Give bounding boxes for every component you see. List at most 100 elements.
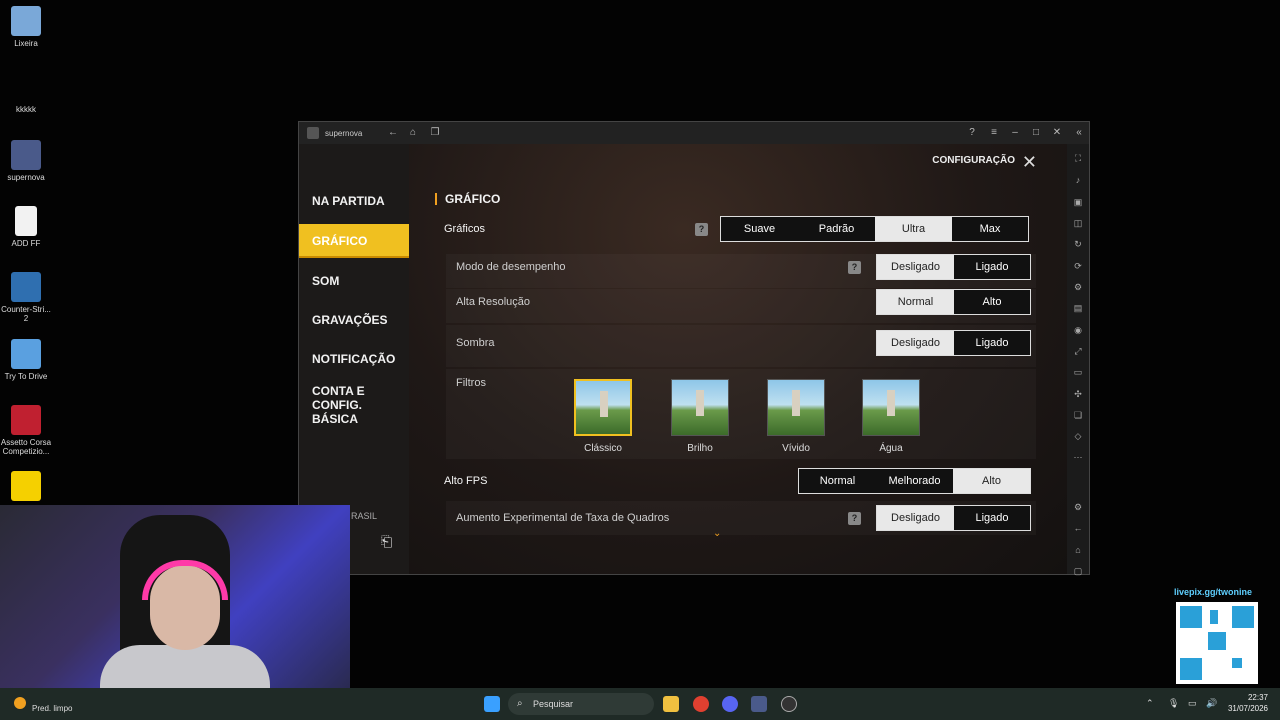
qr-finder [1180, 606, 1202, 628]
help-icon[interactable]: ? [848, 261, 861, 274]
recycle-bin-icon [11, 6, 41, 36]
recent-apps-icon[interactable]: ▢ [1072, 565, 1084, 577]
obs-icon[interactable] [781, 696, 797, 712]
alto-fps-option-melhorado[interactable]: Melhorado [876, 469, 953, 493]
sombra-option-ligado[interactable]: Ligado [954, 331, 1030, 355]
nav-notificacao[interactable]: NOTIFICAÇÃO [299, 352, 409, 366]
copy-icon[interactable]: ❏ [1072, 409, 1084, 421]
desktop-icon-yellow-app[interactable] [0, 471, 52, 504]
maximize-icon[interactable]: □ [1029, 126, 1043, 140]
desktop-icon-recycle-bin[interactable]: Lixeira [0, 6, 52, 48]
close-icon[interactable]: ✕ [1022, 152, 1037, 173]
minimize-icon[interactable]: – [1008, 126, 1022, 140]
record-icon[interactable]: ◉ [1072, 324, 1084, 336]
collapse-icon[interactable]: « [1072, 126, 1086, 140]
screenshot-icon[interactable]: ◫ [1072, 217, 1084, 229]
filter-vivido[interactable]: Vívido [766, 379, 826, 454]
desktop-screen: Lixeira kkkkk supernova ADD FF Counter-S… [0, 0, 1280, 720]
filter-agua[interactable]: Água [861, 379, 921, 454]
alta-res-option-normal[interactable]: Normal [877, 290, 954, 314]
speaker-icon[interactable]: 🔊 [1206, 698, 1217, 709]
chevron-up-icon[interactable]: ⌃ [1146, 698, 1154, 709]
nav-conta-config[interactable]: CONTA E CONFIG. BÁSICA [299, 384, 399, 426]
chrome-icon[interactable] [693, 696, 709, 712]
sync-icon[interactable]: ⟳ [1072, 260, 1084, 272]
desktop-icon-counter-strike[interactable]: Counter-Stri... 2 [0, 272, 52, 323]
nav-label: CONTA E CONFIG. BÁSICA [312, 384, 365, 426]
close-icon[interactable]: ✕ [1050, 126, 1064, 140]
rotate-icon[interactable]: ↻ [1072, 238, 1084, 250]
help-icon[interactable]: ? [848, 512, 861, 525]
resize-icon[interactable]: ⤢ [1072, 345, 1084, 357]
erase-icon[interactable]: ◇ [1072, 430, 1084, 442]
nav-label: NOTIFICAÇÃO [312, 352, 396, 366]
start-icon[interactable] [484, 696, 500, 712]
keyboard-icon[interactable]: ▣ [1072, 196, 1084, 208]
microphone-icon[interactable]: 🎙 [1168, 698, 1179, 709]
more-icon[interactable]: ⋯ [1072, 451, 1084, 463]
qr-finder [1232, 606, 1254, 628]
desktop-icon-kkkkk[interactable]: kkkkk [0, 105, 52, 114]
help-icon[interactable]: ? [695, 223, 708, 236]
modo-option-ligado[interactable]: Ligado [954, 255, 1030, 279]
alto-fps-option-alto[interactable]: Alto [953, 469, 1030, 493]
game-viewport: NA PARTIDA GRÁFICO SOM GRAVAÇÕES NOTIFIC… [299, 144, 1067, 574]
multitask-icon[interactable]: ❐ [428, 126, 442, 140]
home-icon[interactable]: ⌂ [406, 126, 420, 140]
modo-desempenho-label: Modo de desempenho [456, 261, 566, 273]
desktop-icon-label: Try To Drive [4, 372, 48, 381]
desktop-icon-supernova[interactable]: supernova [0, 140, 52, 182]
gamepad-icon[interactable]: ⚙ [1072, 281, 1084, 293]
alto-fps-selector: Normal Melhorado Alto [798, 468, 1031, 494]
desktop-icon-assetto-corsa[interactable]: Assetto Corsa Competizio... [0, 405, 52, 456]
volume-icon[interactable]: ♪ [1072, 174, 1084, 186]
search-box[interactable]: ⌕ Pesquisar [508, 693, 654, 715]
clock-time: 22:37 [1247, 693, 1268, 702]
qr-module [1232, 658, 1242, 668]
nav-label: NA PARTIDA [312, 194, 385, 208]
aumento-option-desligado[interactable]: Desligado [877, 506, 954, 530]
file-explorer-icon[interactable] [663, 696, 679, 712]
weather-text[interactable]: Pred. limpo [32, 704, 72, 713]
back-icon[interactable]: ← [1072, 522, 1084, 534]
emulator-title: supernova [325, 128, 363, 138]
desktop-icon-add-ff[interactable]: ADD FF [0, 206, 52, 248]
menu-icon[interactable]: ≡ [987, 126, 1001, 140]
discord-icon[interactable] [722, 696, 738, 712]
nav-gravacoes[interactable]: GRAVAÇÕES [299, 313, 409, 327]
exit-icon[interactable]: ⎗ [381, 533, 392, 550]
location-icon[interactable]: ✣ [1072, 388, 1084, 400]
graficos-option-ultra[interactable]: Ultra [875, 217, 952, 241]
alta-res-option-alto[interactable]: Alto [954, 290, 1030, 314]
help-icon[interactable]: ? [965, 126, 979, 140]
nav-na-partida[interactable]: NA PARTIDA [299, 194, 409, 208]
section-title: GRÁFICO [435, 193, 500, 205]
graficos-option-padrao[interactable]: Padrão [798, 217, 875, 241]
supernova-taskbar-icon[interactable] [751, 696, 767, 712]
graficos-option-suave[interactable]: Suave [721, 217, 798, 241]
settings-icon[interactable]: ⚙ [1072, 501, 1084, 513]
nav-label: GRAVAÇÕES [312, 313, 388, 327]
network-icon[interactable]: ▭ [1188, 698, 1197, 709]
home-icon[interactable]: ⌂ [1072, 544, 1084, 556]
clock[interactable]: 22:37 31/07/2026 [1224, 692, 1268, 714]
folder-icon[interactable]: ▭ [1072, 366, 1084, 378]
filter-classico[interactable]: Clássico [573, 379, 633, 454]
filter-label: Brilho [687, 443, 713, 454]
filter-brilho[interactable]: Brilho [670, 379, 730, 454]
aumento-option-ligado[interactable]: Ligado [954, 506, 1030, 530]
alto-fps-option-normal[interactable]: Normal [799, 469, 876, 493]
aumento-toggle: Desligado Ligado [876, 505, 1031, 531]
app-icon [11, 471, 41, 501]
macro-icon[interactable]: ▤ [1072, 302, 1084, 314]
nav-som[interactable]: SOM [299, 274, 409, 288]
nav-grafico[interactable]: GRÁFICO [299, 224, 409, 258]
modo-desempenho-toggle: Desligado Ligado [876, 254, 1031, 280]
modo-option-desligado[interactable]: Desligado [877, 255, 954, 279]
graficos-option-max[interactable]: Max [952, 217, 1028, 241]
desktop-icon-try-to-drive[interactable]: Try To Drive [0, 339, 52, 381]
fullscreen-icon[interactable]: ⛶ [1072, 152, 1084, 164]
sombra-option-desligado[interactable]: Desligado [877, 331, 954, 355]
scroll-down-icon[interactable]: ⌄ [713, 528, 721, 539]
back-icon[interactable]: ← [386, 126, 400, 140]
